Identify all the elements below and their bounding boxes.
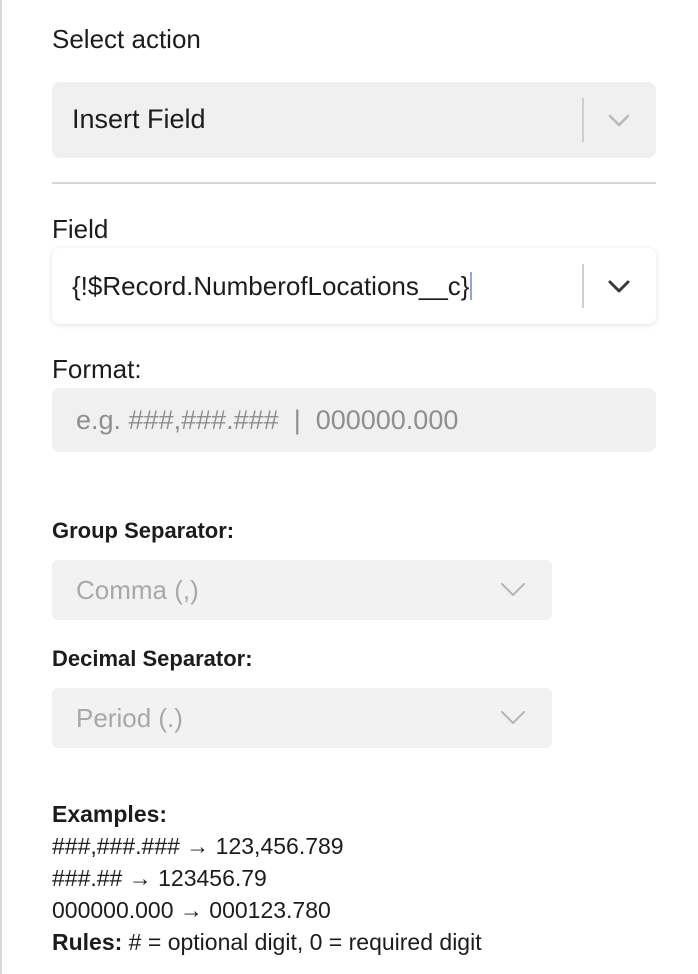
- decimal-separator-select[interactable]: Period (.): [52, 688, 552, 748]
- chevron-down-icon: [501, 711, 525, 724]
- group-separator-label: Group Separator:: [52, 518, 235, 543]
- example-line: ###,###.### → 123,456.789: [52, 833, 344, 859]
- format-input[interactable]: [52, 388, 656, 452]
- decimal-separator-value: Period (.): [76, 703, 183, 733]
- examples-block: Examples: ###,###.### → 123,456.789 ###.…: [52, 798, 482, 958]
- rules-label: Rules:: [52, 929, 123, 955]
- examples-heading: Examples:: [52, 801, 168, 827]
- action-select-value: Insert Field: [72, 104, 206, 134]
- select-divider: [582, 98, 584, 142]
- chevron-down-icon[interactable]: [604, 271, 634, 301]
- chevron-down-icon: [501, 583, 525, 596]
- group-separator-value: Comma (,): [76, 575, 199, 605]
- select-divider: [582, 264, 584, 308]
- field-select-value-wrap: {!$Record.NumberofLocations__c}: [72, 271, 473, 302]
- section-divider: [52, 182, 656, 184]
- field-select-value[interactable]: {!$Record.NumberofLocations__c}: [72, 271, 469, 301]
- action-config-panel: Select action Insert Field Field {!$Reco…: [0, 0, 698, 974]
- rules-text: # = optional digit, 0 = required digit: [122, 929, 482, 955]
- field-label: Field: [52, 214, 109, 244]
- rules-line: Rules: # = optional digit, 0 = required …: [52, 926, 482, 958]
- action-select[interactable]: Insert Field: [52, 82, 656, 158]
- select-action-label: Select action: [52, 24, 201, 54]
- example-line: 000000.000 → 000123.780: [52, 897, 331, 923]
- format-label: Format:: [52, 354, 142, 384]
- field-select[interactable]: {!$Record.NumberofLocations__c}: [52, 248, 656, 324]
- example-line: ###.## → 123456.79: [52, 865, 267, 891]
- text-caret: [470, 272, 473, 300]
- decimal-separator-label: Decimal Separator:: [52, 646, 253, 671]
- group-separator-select[interactable]: Comma (,): [52, 560, 552, 620]
- chevron-down-icon[interactable]: [604, 105, 634, 135]
